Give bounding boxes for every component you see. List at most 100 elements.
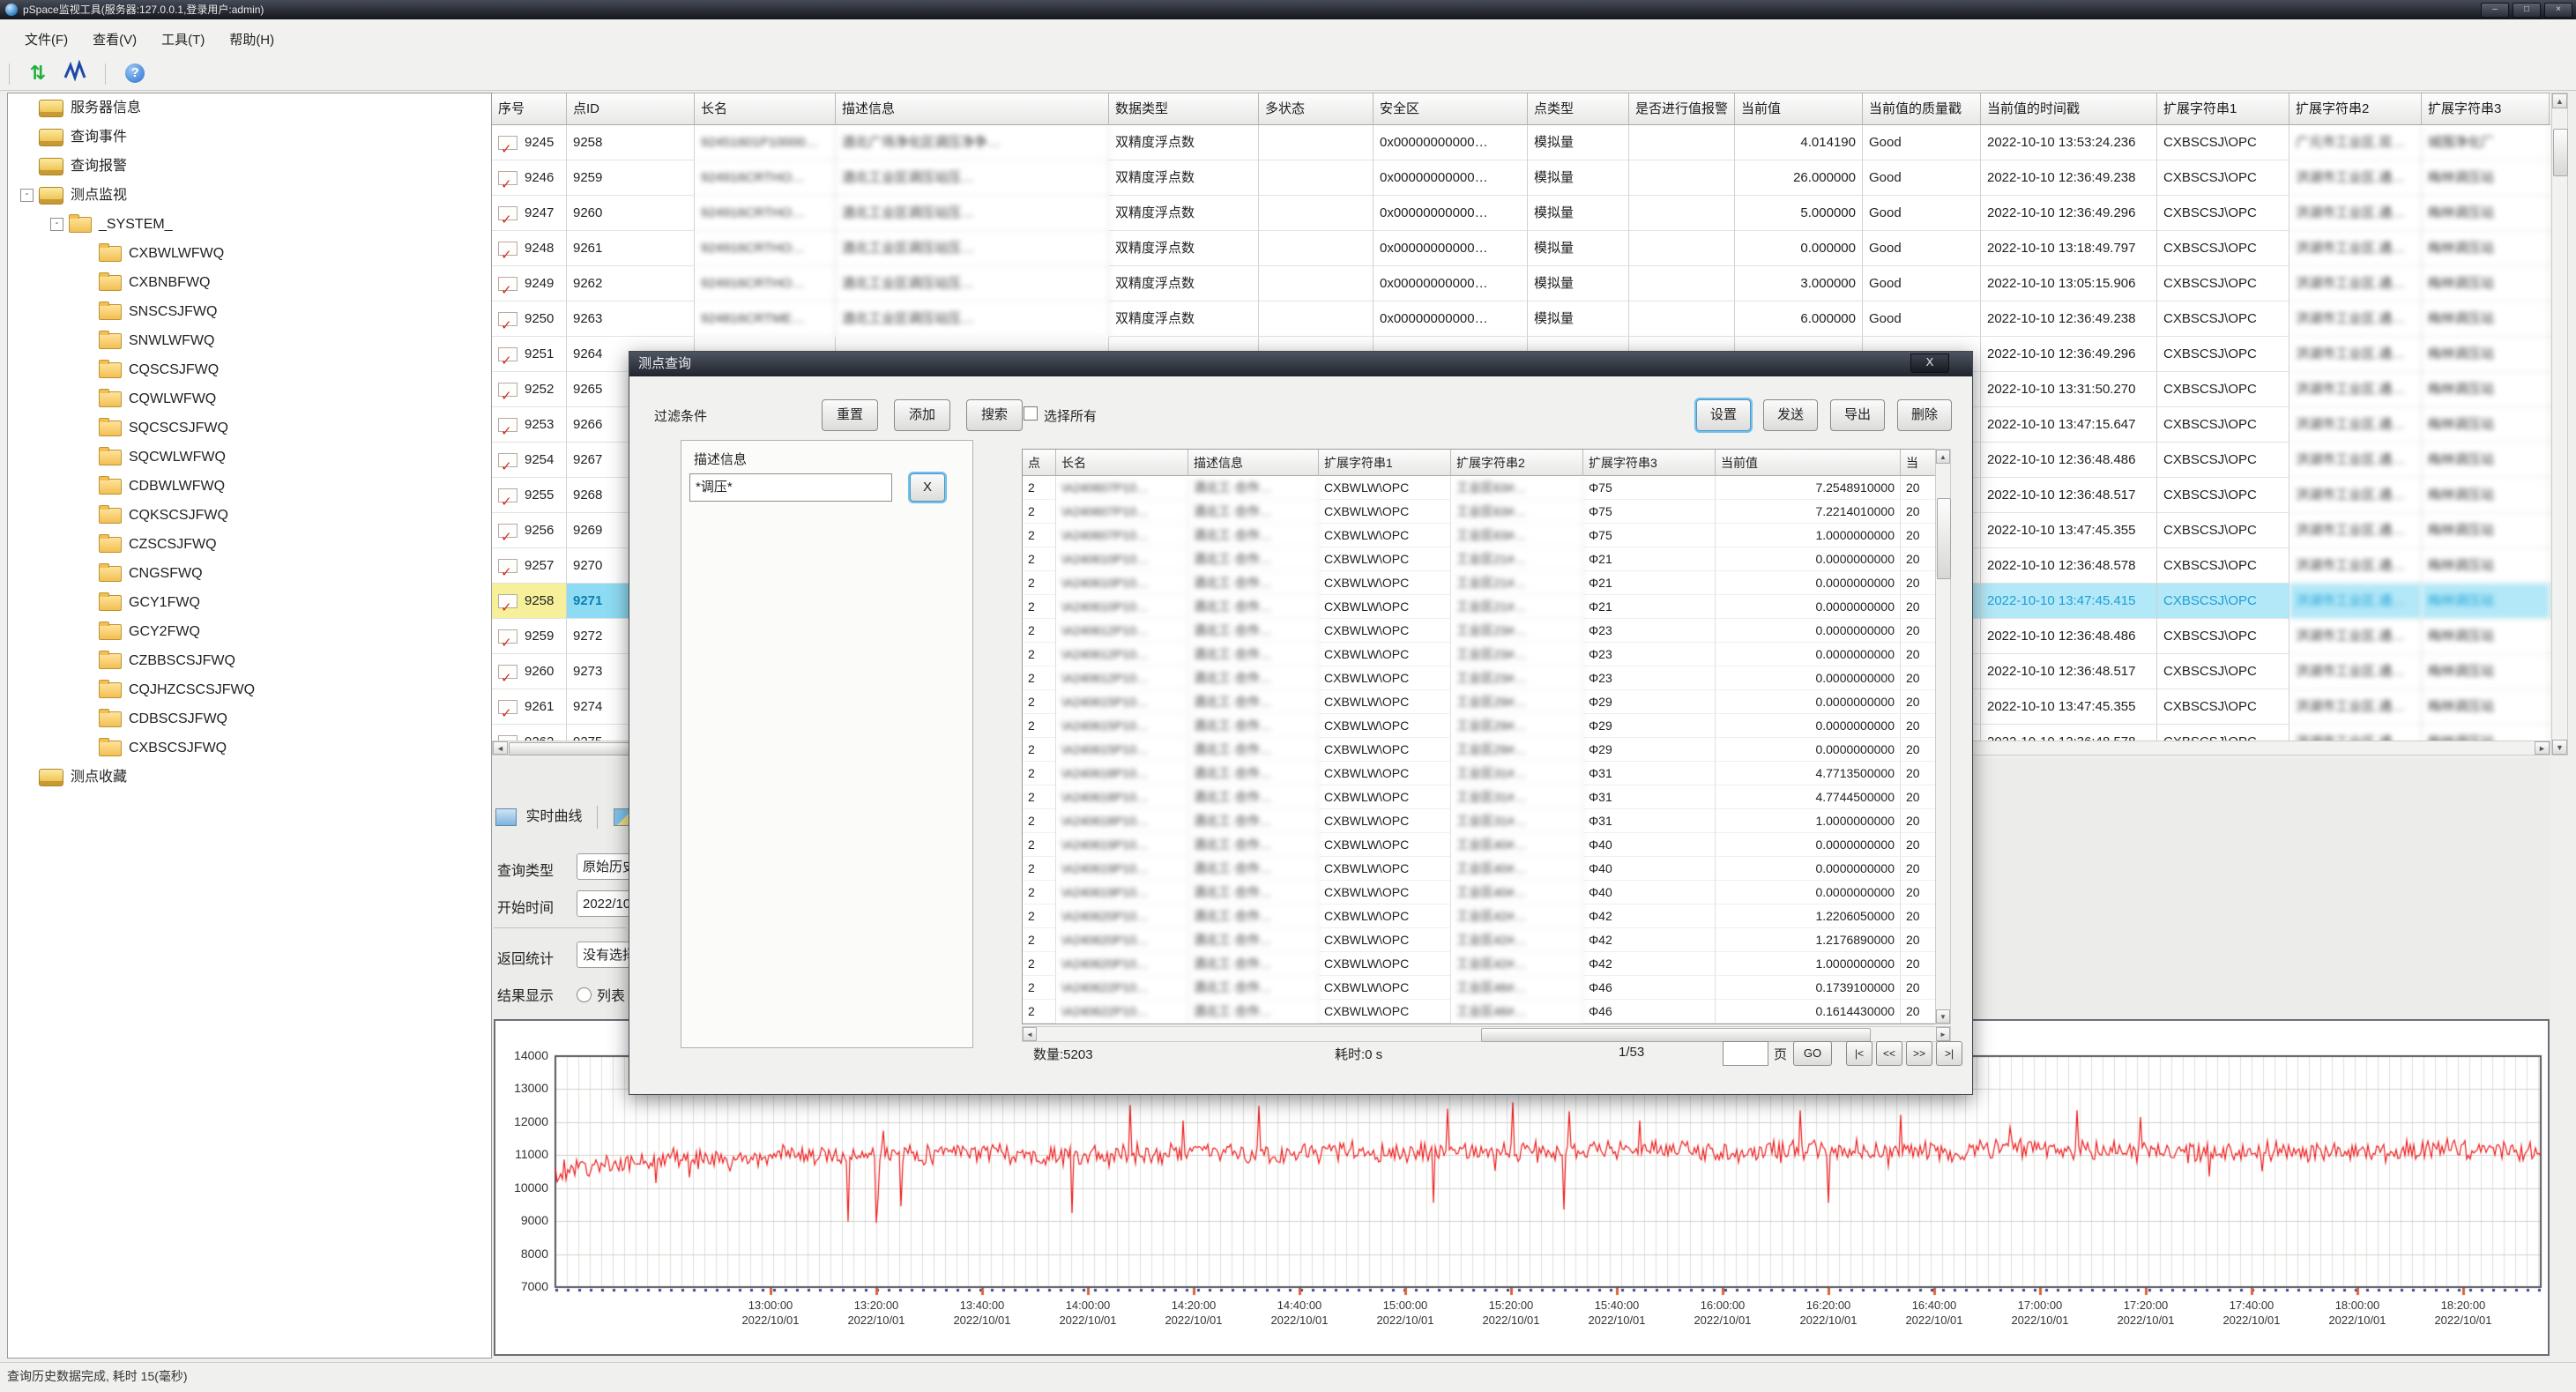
scroll-up-icon[interactable]: ▲ [2552,93,2567,108]
table-row[interactable]: 2\A240620P10…酒北工·合作…CXBWLW\OPC工业区42#…Φ42… [1023,904,1950,928]
tree-item-CQKSCSJFWQ[interactable]: CQKSCSJFWQ [8,501,491,530]
column-header[interactable]: 扩展字符串2 [2289,93,2422,125]
table-row[interactable]: 2\A240607P10…酒北工·合作…CXBWLW\OPC工业区63#…Φ75… [1023,524,1950,547]
column-header[interactable]: 长名 [695,93,836,125]
table-row[interactable]: 92499262924916CRTHO…酒北工业区调压站压…双精度浮点数0x00… [492,266,2550,301]
settings-button[interactable]: 设置 [1696,399,1751,431]
column-header[interactable]: 点 [1023,450,1056,476]
table-row[interactable]: 2\A240612P10…酒北工·合作…CXBWLW\OPC工业区23#…Φ23… [1023,643,1950,666]
tree-item-查询报警[interactable]: 查询报警 [8,152,491,181]
tree-item-GCY2FWQ[interactable]: GCY2FWQ [8,617,491,646]
refresh-icon[interactable]: ⇅ [29,62,45,85]
collapse-icon[interactable]: - [50,218,63,231]
column-header[interactable]: 当前值 [1716,450,1901,476]
tree-item-测点监视[interactable]: -测点监视 [8,181,491,210]
table-row[interactable]: 2\A240610P10…酒北工·合作…CXBWLW\OPC工业区21#…Φ21… [1023,595,1950,619]
table-row[interactable]: 2\A240615P10…酒北工·合作…CXBWLW\OPC工业区29#…Φ29… [1023,714,1950,738]
table-row[interactable]: 2\A240622P10…酒北工·合作…CXBWLW\OPC工业区46#…Φ46… [1023,1000,1950,1024]
table-row[interactable]: 2\A240618P10…酒北工·合作…CXBWLW\OPC工业区31#…Φ31… [1023,809,1950,833]
scrollbar-thumb[interactable] [1481,1028,1871,1042]
close-button[interactable]: × [2544,3,2572,18]
tree-item-GCY1FWQ[interactable]: GCY1FWQ [8,588,491,617]
table-row[interactable]: 2\A240620P10…酒北工·合作…CXBWLW\OPC工业区42#…Φ42… [1023,928,1950,952]
go-button[interactable]: GO [1793,1041,1832,1066]
table-row[interactable]: 2\A240607P10…酒北工·合作…CXBWLW\OPC工业区63#…Φ75… [1023,500,1950,524]
tree-item-CDBSCSJFWQ[interactable]: CDBSCSJFWQ [8,704,491,733]
tree-item-SQCWLWFWQ[interactable]: SQCWLWFWQ [8,443,491,472]
collapse-icon[interactable]: - [20,189,34,202]
column-header[interactable]: 描述信息 [836,93,1109,125]
scroll-right-icon[interactable]: ► [2535,741,2550,755]
scroll-left-icon[interactable]: ◄ [493,741,508,755]
page-number-input[interactable] [1723,1041,1768,1066]
send-button[interactable]: 发送 [1763,399,1818,431]
table-row[interactable]: 2\A240615P10…酒北工·合作…CXBWLW\OPC工业区29#…Φ29… [1023,690,1950,714]
description-filter-input[interactable]: *调压* [689,473,892,502]
column-header[interactable]: 数据类型 [1109,93,1259,125]
column-header[interactable]: 点类型 [1528,93,1629,125]
table-row[interactable]: 2\A240610P10…酒北工·合作…CXBWLW\OPC工业区21#…Φ21… [1023,571,1950,595]
tree-item-CQSCSJFWQ[interactable]: CQSCSJFWQ [8,355,491,384]
column-header[interactable]: 长名 [1056,450,1188,476]
tree-item-CXBSCSJFWQ[interactable]: CXBSCSJFWQ [8,733,491,763]
next-page-button[interactable]: >> [1906,1041,1932,1066]
table-row[interactable]: 2\A240615P10…酒北工·合作…CXBWLW\OPC工业区29#…Φ29… [1023,738,1950,762]
table-row[interactable]: 2\A240619P10…酒北工·合作…CXBWLW\OPC工业区40#…Φ40… [1023,857,1950,881]
table-row[interactable]: 92509263924816CRTME…酒北工业区调压站压…双精度浮点数0x00… [492,301,2550,337]
menu-item[interactable]: 文件(F) [25,30,68,48]
table-row[interactable]: 92479260924916CRTHO…酒北工业区调压站压…双精度浮点数0x00… [492,196,2550,231]
table-row[interactable]: 2\A240612P10…酒北工·合作…CXBWLW\OPC工业区23#…Φ23… [1023,619,1950,643]
column-header[interactable]: 序号 [492,93,567,125]
maximize-button[interactable]: □ [2513,3,2541,18]
dialog-title-bar[interactable]: 测点查询 X [629,352,1972,376]
table-row[interactable]: 9245925892451601P10000…酒北广场净化区调压净争…双精度浮点… [492,125,2550,160]
column-header[interactable]: 扩展字符串3 [1583,450,1716,476]
table-row[interactable]: 2\A240610P10…酒北工·合作…CXBWLW\OPC工业区21#…Φ21… [1023,547,1950,571]
curve-icon[interactable] [63,60,86,86]
tree-item-CQJHZCSCSJFWQ[interactable]: CQJHZCSCSJFWQ [8,675,491,704]
scroll-down-icon[interactable]: ▼ [1936,1009,1950,1024]
table-row[interactable]: 2\A240612P10…酒北工·合作…CXBWLW\OPC工业区23#…Φ23… [1023,666,1950,690]
column-header[interactable]: 当前值的时间戳 [1981,93,2157,125]
title-bar[interactable]: pSpace监视工具(服务器:127.0.0.1,登录用户:admin) – □… [0,0,2576,19]
tree-item-查询事件[interactable]: 查询事件 [8,123,491,152]
help-icon[interactable]: ? [125,63,145,83]
table-row[interactable]: 2\A240619P10…酒北工·合作…CXBWLW\OPC工业区40#…Φ40… [1023,833,1950,857]
add-button[interactable]: 添加 [894,399,950,431]
table-row[interactable]: 2\A240620P10…酒北工·合作…CXBWLW\OPC工业区42#…Φ42… [1023,952,1950,976]
column-header[interactable]: 安全区 [1374,93,1528,125]
tree-item-CDBWLWFWQ[interactable]: CDBWLWFWQ [8,472,491,501]
search-button[interactable]: 搜索 [966,399,1023,431]
tree-item-CXBWLWFWQ[interactable]: CXBWLWFWQ [8,239,491,268]
table-row[interactable]: 2\A240607P10…酒北工·合作…CXBWLW\OPC工业区63#…Φ75… [1023,476,1950,500]
scroll-up-icon[interactable]: ▲ [1936,450,1950,464]
tree-item-SQCSCSJFWQ[interactable]: SQCSCSJFWQ [8,413,491,443]
tree-item-CNGSFWQ[interactable]: CNGSFWQ [8,559,491,588]
dialog-horizontal-scrollbar[interactable]: ◄ ► [1022,1026,1951,1042]
tree-item-CZBBSCSJFWQ[interactable]: CZBBSCSJFWQ [8,646,491,675]
tree-item-CZSCSJFWQ[interactable]: CZSCSJFWQ [8,530,491,559]
table-row[interactable]: 92469259924916CRTHO…酒北工业区调压站压…双精度浮点数0x00… [492,160,2550,196]
column-header[interactable]: 描述信息 [1188,450,1319,476]
table-row[interactable]: 2\A240618P10…酒北工·合作…CXBWLW\OPC工业区31#…Φ31… [1023,762,1950,785]
menu-item[interactable]: 帮助(H) [229,30,274,48]
radio-icon[interactable] [577,987,592,1002]
export-button[interactable]: 导出 [1830,399,1885,431]
first-page-button[interactable]: |< [1846,1041,1872,1066]
tree-item-测点收藏[interactable]: 测点收藏 [8,763,491,792]
column-header[interactable]: 是否进行值报警 [1629,93,1735,125]
column-header[interactable]: 扩展字符串1 [2157,93,2289,125]
tab-realtime-curve[interactable]: 实时曲线 [525,809,582,824]
scroll-right-icon[interactable]: ► [1936,1027,1950,1041]
column-header[interactable]: 点ID [567,93,695,125]
reset-button[interactable]: 重置 [822,399,878,431]
dialog-close-icon[interactable]: X [1910,354,1949,373]
tree-item-CQWLWFWQ[interactable]: CQWLWFWQ [8,384,491,413]
column-header[interactable]: 当前值的质量戳 [1863,93,1981,125]
tree-item-SNWLWFWQ[interactable]: SNWLWFWQ [8,326,491,355]
column-header[interactable]: 多状态 [1259,93,1374,125]
scroll-down-icon[interactable]: ▼ [2552,740,2567,755]
result-option[interactable]: 列表 [577,984,625,1005]
scrollbar-thumb[interactable] [2553,129,2568,176]
tree-item-服务器信息[interactable]: 服务器信息 [8,93,491,123]
